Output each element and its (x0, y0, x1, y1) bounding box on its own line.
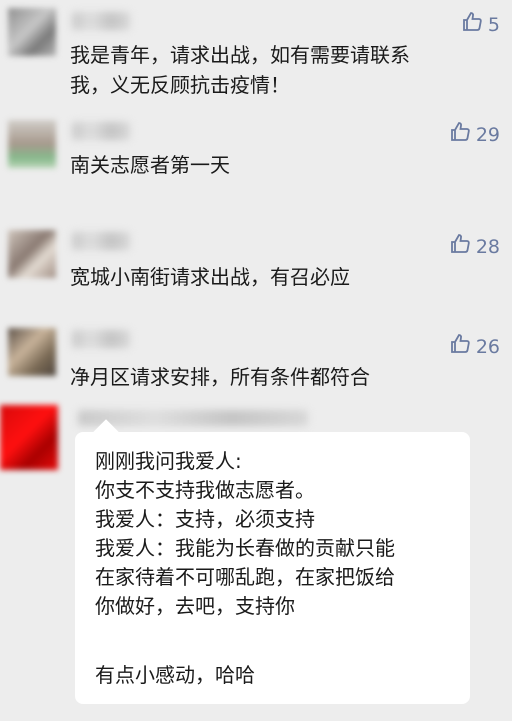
like-count: 28 (475, 235, 500, 258)
username-blurred[interactable] (78, 410, 308, 426)
like-button[interactable]: 29 (448, 120, 500, 149)
like-button[interactable]: 28 (448, 232, 500, 261)
avatar[interactable] (8, 120, 56, 168)
thumbs-up-icon (460, 10, 484, 39)
thumbs-up-icon (448, 332, 472, 361)
reply-text-line: 你支不支持我做志愿者。 (95, 478, 315, 502)
like-button[interactable]: 5 (460, 10, 500, 39)
reply-text-line: 在家待着不可哪乱跑，在家把饭给 (95, 565, 395, 589)
avatar[interactable] (8, 8, 56, 56)
comment-item: 28 宽城小南街请求出战，有召必应 (0, 220, 512, 320)
username-blurred[interactable] (72, 330, 130, 348)
reply-text-line: 我爱人：我能为长春做的贡献只能 (95, 536, 395, 560)
comment-text-line: 净月区请求安排，所有条件都符合 (70, 365, 370, 389)
avatar[interactable] (8, 328, 56, 376)
comment-text-line: 我是青年，请求出战，如有需要请联系 (70, 43, 410, 67)
avatar[interactable] (0, 405, 58, 470)
like-count: 5 (487, 13, 500, 36)
reply-text-line: 有点小感动，哈哈 (95, 663, 255, 687)
thumbs-up-icon (448, 232, 472, 261)
comment-item: 5 我是青年，请求出战，如有需要请联系 我，义无反顾抗击疫情！ (0, 0, 512, 110)
username-blurred[interactable] (72, 12, 130, 30)
avatar[interactable] (8, 230, 56, 278)
thumbs-up-icon (448, 120, 472, 149)
comment-item: 26 净月区请求安排，所有条件都符合 (0, 320, 512, 405)
reply-card: 刚刚我问我爱人: 你支不支持我做志愿者。 我爱人：支持，必须支持 我爱人：我能为… (75, 432, 470, 704)
like-count: 29 (475, 123, 500, 146)
reply-text-line: 我爱人：支持，必须支持 (95, 507, 315, 531)
like-button[interactable]: 26 (448, 332, 500, 361)
comment-text-line: 宽城小南街请求出战，有召必应 (70, 265, 350, 289)
like-count: 26 (475, 335, 500, 358)
username-blurred[interactable] (72, 122, 130, 140)
comment-item: 29 南关志愿者第一天 (0, 110, 512, 220)
reply-text-line: 你做好，去吧，支持你 (95, 594, 295, 618)
username-blurred[interactable] (72, 232, 130, 250)
comment-text-line: 我，义无反顾抗击疫情！ (70, 73, 290, 97)
reply-text-line: 刚刚我问我爱人: (95, 449, 242, 473)
comment-text-line: 南关志愿者第一天 (70, 153, 230, 177)
